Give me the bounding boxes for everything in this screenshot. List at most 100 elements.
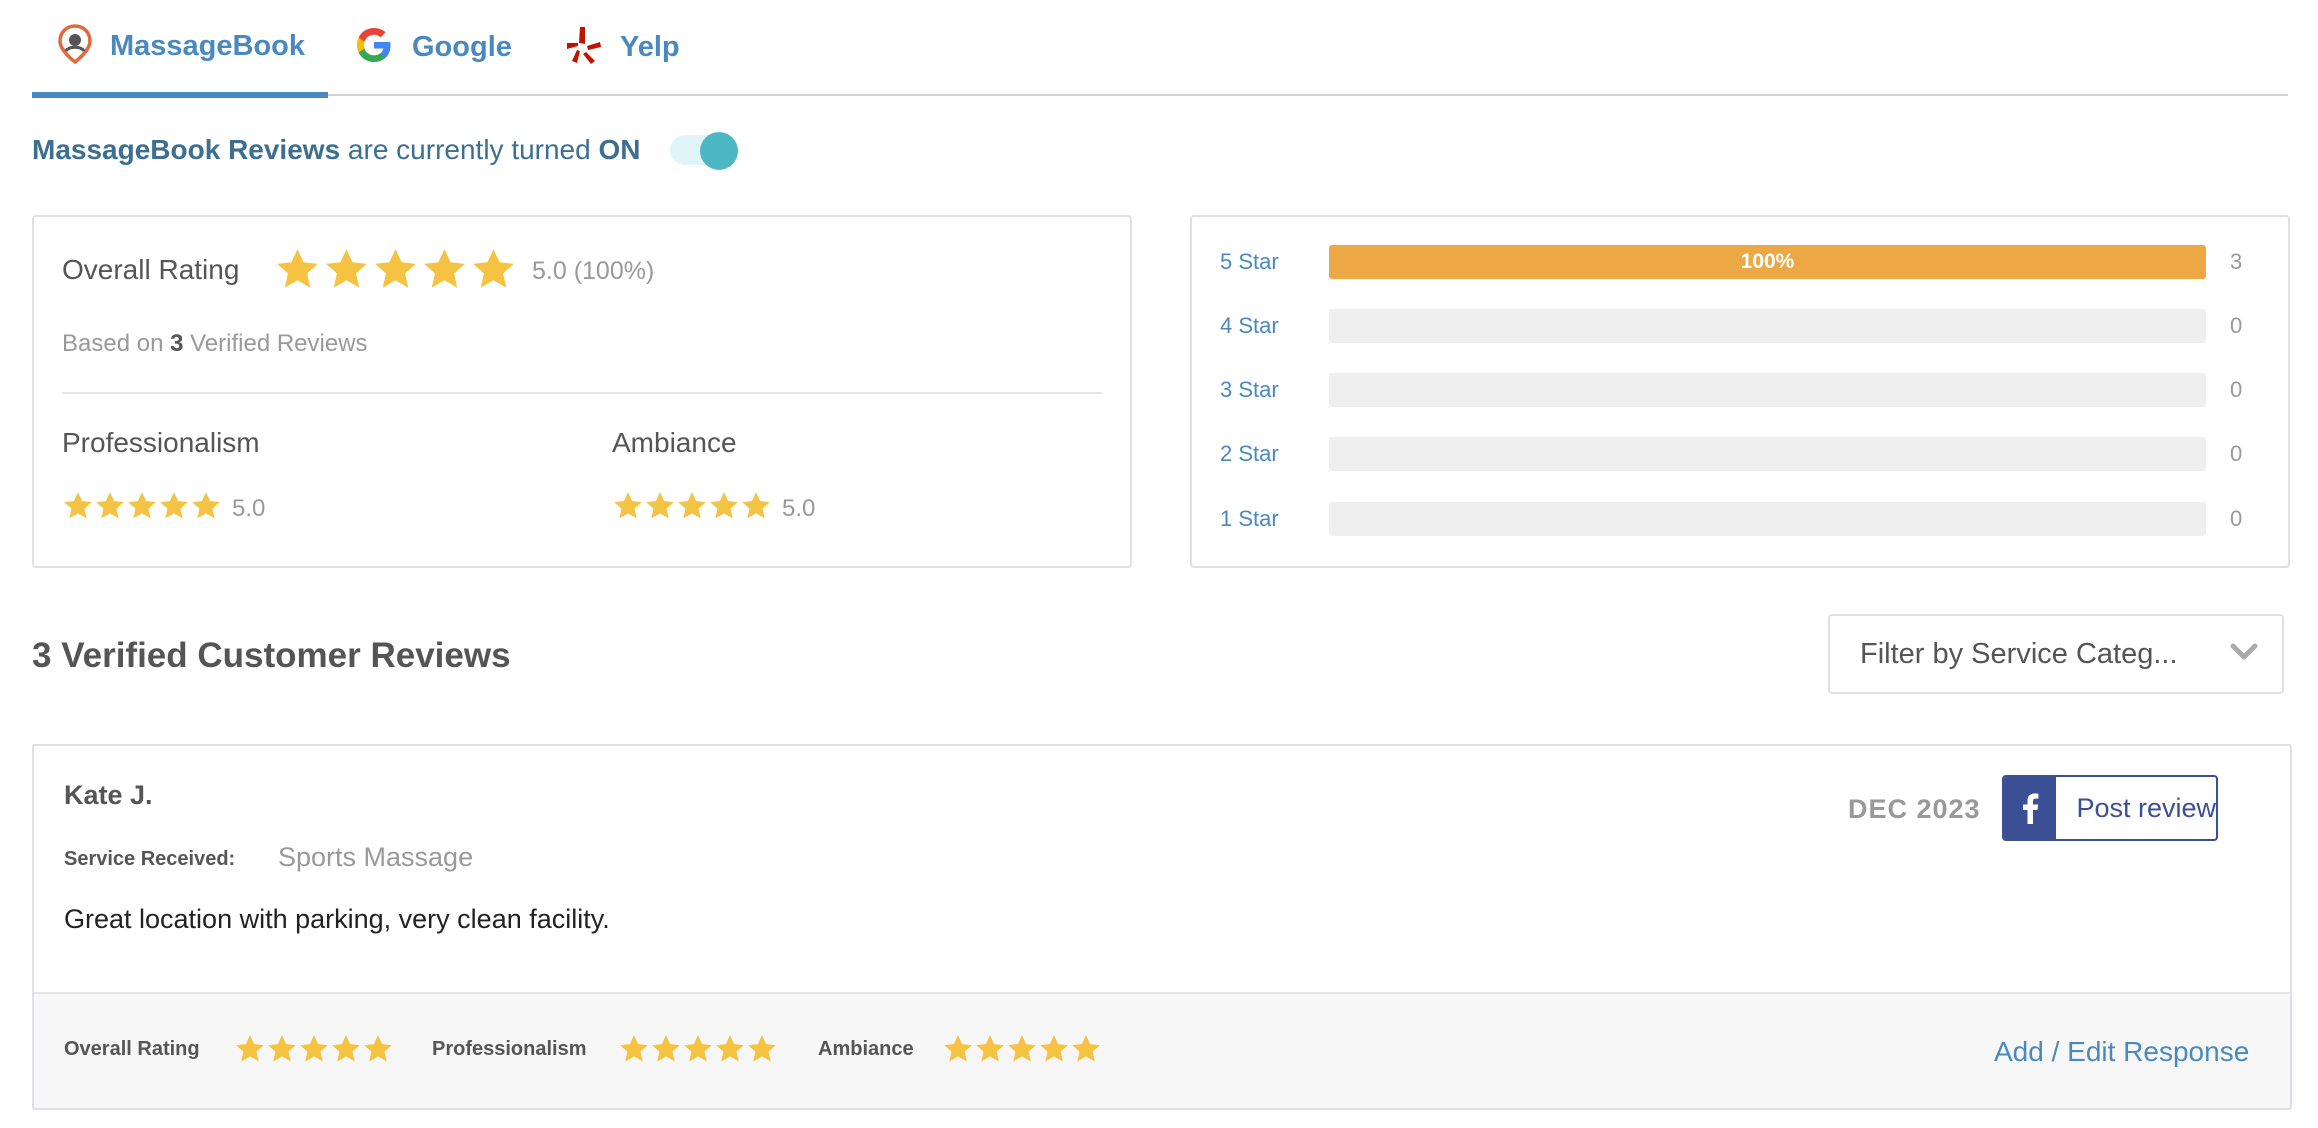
professionalism-value: 5.0 [232,495,266,522]
star-icon [614,492,642,519]
overall-rating-label: Overall Rating [62,254,240,285]
overall-rating-value: 5.0 (100%) [532,257,655,285]
distribution-count: 0 [2230,377,2243,402]
status-state: ON [598,134,641,165]
tab-google[interactable]: Google [354,0,512,94]
star-icon [716,1035,744,1062]
distribution-bar-fill: 100% [1329,245,2206,279]
ambiance-value: 5.0 [782,495,816,522]
filter-selected-value: Filter by Service Categ... [1860,637,2178,670]
massagebook-pin-icon [58,23,92,69]
review-professionalism-stars [618,1033,778,1065]
reviewer-name: Kate J. [64,780,153,810]
post-review-label: Post review [2076,792,2216,823]
distribution-bar-track [1329,437,2206,471]
google-g-icon [354,25,394,70]
star-icon [192,492,220,519]
distribution-bar-track [1329,373,2206,407]
distribution-label: 1 Star [1220,506,1279,531]
star-icon [300,1035,328,1062]
star-icon [277,249,318,288]
star-icon [375,249,416,288]
star-icon [742,492,770,519]
reviews-heading: 3 Verified Customer Reviews [32,636,511,675]
distribution-row-5[interactable]: 5 Star 100% 3 [1220,245,2260,281]
star-icon [424,249,465,288]
toggle-knob [700,132,739,170]
distribution-row-3[interactable]: 3 Star 0 [1220,373,2260,409]
star-icon [236,1035,264,1062]
review-overall-stars [234,1033,394,1065]
overall-rating-stars [274,246,517,293]
distribution-bar-track [1329,502,2206,536]
service-received-value: Sports Massage [278,842,474,872]
tab-label: MassageBook [110,29,306,62]
add-edit-response-link[interactable]: Add / Edit Response [1994,1036,2249,1068]
chevron-down-icon [2230,643,2258,666]
review-count: 3 [170,330,184,357]
star-icon [473,249,514,288]
star-icon [1072,1035,1100,1062]
service-category-filter[interactable]: Filter by Service Categ... [1828,614,2284,694]
distribution-count: 0 [2230,441,2243,466]
yelp-burst-icon [566,25,602,70]
rating-summary-panel: Overall Rating 5.0 (100%) Based on 3 Ver… [32,215,1132,568]
distribution-label: 2 Star [1220,441,1279,466]
distribution-label: 3 Star [1220,377,1279,402]
distribution-count: 3 [2230,249,2243,274]
review-ratings-footer: Overall Rating Professionalism Ambiance … [34,992,2290,1108]
star-icon [1008,1035,1036,1062]
star-icon [160,492,188,519]
review-date: DEC 2023 [1848,794,1981,824]
star-icon [976,1035,1004,1062]
facebook-icon [2004,777,2057,839]
ambiance-label: Ambiance [612,427,737,458]
distribution-row-1[interactable]: 1 Star 0 [1220,502,2260,538]
star-icon [332,1035,360,1062]
distribution-bar-track [1329,309,2206,343]
review-overall-label: Overall Rating [64,1038,200,1060]
star-icon [268,1035,296,1062]
distribution-label: 5 Star [1220,249,1279,274]
review-source-tabs: MassageBook Google Yelp [32,0,2288,98]
professionalism-label: Professionalism [62,427,260,458]
ambiance-stars [612,490,772,522]
tab-yelp[interactable]: Yelp [566,0,680,94]
distribution-row-4[interactable]: 4 Star 0 [1220,309,2260,345]
star-icon [620,1035,648,1062]
star-icon [128,492,156,519]
star-icon [1040,1035,1068,1062]
service-received-label: Service Received: [64,848,236,870]
post-review-facebook-button[interactable]: Post review [2002,775,2218,841]
professionalism-stars [62,490,222,522]
review-card: Kate J. Service Received: Sports Massage… [32,744,2292,1110]
star-icon [710,492,738,519]
distribution-label: 4 Star [1220,313,1279,338]
tab-label: Yelp [620,30,680,63]
star-icon [944,1035,972,1062]
distribution-row-2[interactable]: 2 Star 0 [1220,437,2260,473]
distribution-count: 0 [2230,506,2243,531]
review-professionalism-label: Professionalism [432,1038,587,1060]
divider [62,392,1102,394]
rating-distribution-panel: 5 Star 100% 3 4 Star 0 3 Star 0 2 Star 0… [1190,215,2290,568]
based-on-text: Based on 3 Verified Reviews [62,330,368,357]
tab-label: Google [412,30,512,63]
distribution-bar-track: 100% [1329,245,2206,279]
review-ambiance-label: Ambiance [818,1038,914,1060]
status-brand: MassageBook Reviews [32,134,341,165]
star-icon [684,1035,712,1062]
tab-massagebook[interactable]: MassageBook [32,0,328,98]
star-icon [748,1035,776,1062]
reviews-toggle[interactable] [670,132,739,170]
review-text: Great location with parking, very clean … [64,904,610,934]
star-icon [364,1035,392,1062]
distribution-count: 0 [2230,313,2243,338]
status-text: are currently turned [340,134,599,165]
review-status-line: MassageBook Reviews are currently turned… [32,132,739,170]
star-icon [678,492,706,519]
star-icon [652,1035,680,1062]
star-icon [96,492,124,519]
star-icon [326,249,367,288]
star-icon [646,492,674,519]
